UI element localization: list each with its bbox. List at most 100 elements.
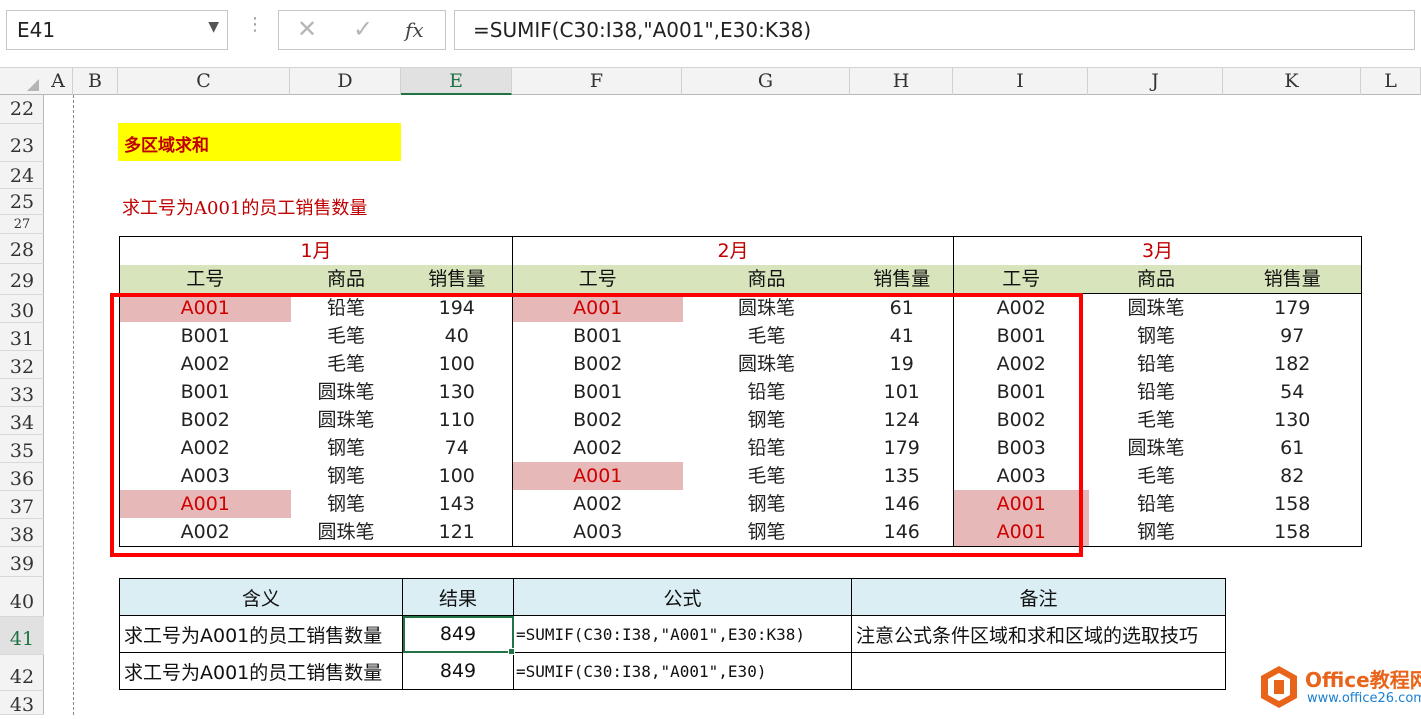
header-cell[interactable]: 商品 — [290, 265, 402, 294]
header-meaning[interactable]: 含义 — [119, 578, 403, 616]
insert-function-icon[interactable]: fx — [405, 18, 424, 42]
column-header-a[interactable]: A — [44, 68, 73, 95]
formula-cell[interactable]: =SUMIF(C30:I38,"A001",E30) — [513, 652, 852, 690]
month-header[interactable]: 3月 — [953, 236, 1362, 265]
row-header[interactable]: 36 — [0, 463, 44, 491]
data-cell[interactable]: 铅笔 — [1089, 490, 1224, 518]
row-header[interactable]: 39 — [0, 547, 44, 577]
formula-input[interactable]: =SUMIF(C30:I38,"A001",E30:K38) — [454, 10, 1415, 50]
row-header[interactable]: 27 — [0, 215, 44, 234]
name-box-value: E41 — [17, 18, 56, 42]
row-header[interactable]: 22 — [0, 95, 44, 124]
formula-cell[interactable]: =SUMIF(C30:I38,"A001",E30:K38) — [513, 615, 852, 653]
month-header[interactable]: 2月 — [512, 236, 954, 265]
data-cell[interactable]: 130 — [1223, 406, 1362, 434]
header-cell[interactable]: 商品 — [1088, 265, 1224, 294]
data-cell[interactable]: 钢笔 — [1089, 322, 1224, 350]
column-header-c[interactable]: C — [118, 68, 290, 95]
row-header[interactable]: 37 — [0, 491, 44, 519]
data-cell[interactable]: 158 — [1223, 490, 1362, 518]
data-cell[interactable]: 圆珠笔 — [1089, 434, 1224, 462]
title-cell[interactable]: 多区域求和 — [118, 123, 401, 161]
column-header-i[interactable]: I — [953, 68, 1088, 95]
subtitle-cell[interactable]: 求工号为A001的员工销售数量 — [122, 194, 367, 220]
row-header-selected[interactable]: 41 — [0, 617, 44, 655]
column-header-f[interactable]: F — [512, 68, 682, 95]
chevron-down-icon[interactable]: ▼ — [208, 19, 219, 35]
header-cell[interactable]: 销售量 — [1223, 265, 1362, 294]
column-header-l[interactable]: L — [1361, 68, 1421, 95]
page-title: 多区域求和 — [124, 136, 209, 156]
row-header[interactable]: 31 — [0, 323, 44, 351]
header-cell[interactable]: 销售量 — [401, 265, 513, 294]
row-header[interactable]: 24 — [0, 162, 44, 189]
formula-text: =SUMIF(C30:I38,"A001",E30:K38) — [473, 18, 812, 42]
data-cell[interactable]: 圆珠笔 — [1089, 294, 1224, 323]
column-header-b[interactable]: B — [73, 68, 118, 95]
column-header-k[interactable]: K — [1223, 68, 1361, 95]
name-box[interactable]: E41 ▼ — [6, 10, 228, 50]
result-row: 求工号为A001的员工销售数量 849 =SUMIF(C30:I38,"A001… — [119, 615, 1226, 653]
select-all-icon — [27, 79, 39, 91]
enter-icon[interactable]: ✓ — [343, 15, 383, 43]
active-result-cell[interactable]: 849 — [402, 615, 514, 653]
data-cell[interactable]: 铅笔 — [1089, 350, 1224, 378]
column-header-d[interactable]: D — [290, 68, 401, 95]
data-cell[interactable]: 158 — [1223, 518, 1362, 547]
note-cell[interactable] — [851, 652, 1226, 690]
header-note[interactable]: 备注 — [851, 578, 1226, 616]
data-cell[interactable]: 毛笔 — [1089, 406, 1224, 434]
header-formula[interactable]: 公式 — [513, 578, 852, 616]
data-cell[interactable]: 61 — [1223, 434, 1362, 462]
more-options-icon: ⋮ — [246, 14, 264, 35]
row-header[interactable]: 28 — [0, 234, 44, 264]
meaning-cell[interactable]: 求工号为A001的员工销售数量 — [119, 615, 403, 653]
column-header-j[interactable]: J — [1088, 68, 1223, 95]
select-all-corner[interactable] — [0, 68, 44, 95]
data-cell[interactable]: 54 — [1223, 378, 1362, 406]
row-header[interactable]: 33 — [0, 379, 44, 407]
result-row: 求工号为A001的员工销售数量 849 =SUMIF(C30:I38,"A001… — [119, 652, 1226, 690]
header-cell[interactable]: 销售量 — [850, 265, 954, 294]
header-cell[interactable]: 商品 — [682, 265, 851, 294]
page-break-line — [73, 95, 74, 715]
data-cell[interactable]: 钢笔 — [1088, 518, 1224, 547]
formula-bar: E41 ▼ ⋮ ✕ ✓ fx =SUMIF(C30:I38,"A001",E30… — [0, 0, 1421, 68]
row-header[interactable]: 38 — [0, 519, 44, 547]
row-header[interactable]: 40 — [0, 577, 44, 617]
row-header[interactable]: 30 — [0, 295, 44, 323]
column-header-g[interactable]: G — [682, 68, 850, 95]
header-cell[interactable]: 工号 — [119, 265, 291, 294]
header-cell[interactable]: 工号 — [512, 265, 683, 294]
data-cell[interactable]: 97 — [1223, 322, 1362, 350]
row-header[interactable]: 25 — [0, 189, 44, 215]
row-header[interactable]: 23 — [0, 124, 44, 162]
column-header-e[interactable]: E — [401, 68, 512, 95]
row-header[interactable]: 42 — [0, 655, 44, 691]
office-logo-icon — [1261, 666, 1297, 708]
row-header[interactable]: 34 — [0, 407, 44, 435]
header-result[interactable]: 结果 — [402, 578, 514, 616]
month-header[interactable]: 1月 — [119, 236, 513, 265]
row-header[interactable]: 32 — [0, 351, 44, 379]
row-header[interactable]: 35 — [0, 435, 44, 463]
meaning-cell[interactable]: 求工号为A001的员工销售数量 — [119, 652, 403, 690]
row-header[interactable]: 29 — [0, 264, 44, 295]
fill-handle[interactable] — [508, 648, 515, 655]
header-cell[interactable]: 工号 — [953, 265, 1089, 294]
site-logo: Office教程网 www.office26.com — [1255, 660, 1421, 715]
result-cell[interactable]: 849 — [402, 652, 514, 690]
cancel-icon[interactable]: ✕ — [287, 15, 327, 43]
data-cell[interactable]: 铅笔 — [1089, 378, 1224, 406]
data-cell[interactable]: 179 — [1223, 293, 1362, 322]
column-header-bar: A B C D E F G H I J K L — [0, 68, 1421, 95]
row-header[interactable]: 43 — [0, 691, 44, 716]
data-cell[interactable]: 毛笔 — [1089, 462, 1224, 490]
note-cell[interactable]: 注意公式条件区域和求和区域的选取技巧 — [851, 615, 1226, 653]
result-table: 含义 结果 公式 备注 求工号为A001的员工销售数量 849 =SUMIF(C… — [119, 578, 1226, 690]
criteria-range-highlight — [110, 293, 1083, 557]
data-cell[interactable]: 182 — [1223, 350, 1362, 378]
data-cell[interactable]: 82 — [1223, 462, 1362, 490]
column-header-h[interactable]: H — [850, 68, 953, 95]
column-label-row: 工号 商品 销售量 工号 商品 销售量 工号 商品 销售量 — [119, 265, 1362, 294]
